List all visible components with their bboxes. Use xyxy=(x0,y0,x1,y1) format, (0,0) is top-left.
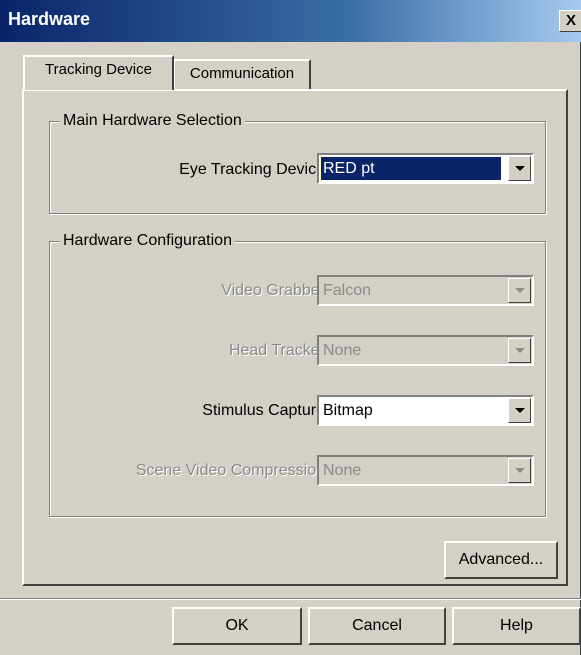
cancel-button-label: Cancel xyxy=(352,617,402,634)
close-icon: X xyxy=(565,12,576,29)
chevron-down-icon[interactable] xyxy=(508,338,531,363)
head-tracker-label: Head Tracker xyxy=(228,342,325,359)
advanced-button-label: Advanced... xyxy=(458,551,544,568)
cancel-button[interactable]: Cancel xyxy=(308,607,446,645)
chevron-down-icon[interactable] xyxy=(508,278,531,303)
chevron-down-icon[interactable] xyxy=(508,156,531,181)
video-grabber-label: Video Grabber xyxy=(221,282,325,299)
chevron-down-icon[interactable] xyxy=(508,398,531,423)
stimulus-capture-select[interactable]: Bitmap xyxy=(317,395,534,426)
help-button[interactable]: Help xyxy=(452,607,581,645)
help-button-label: Help xyxy=(500,617,533,634)
tab-panel-tracking-device: Main Hardware Selection Eye Tracking Dev… xyxy=(22,89,568,586)
scene-video-compression-value: None xyxy=(323,462,362,479)
tab-communication[interactable]: Communication xyxy=(173,59,311,89)
head-tracker-select[interactable]: None xyxy=(317,335,534,366)
close-button[interactable]: X xyxy=(559,10,581,32)
group-title: Main Hardware Selection xyxy=(60,111,245,131)
window-title: Hardware xyxy=(8,9,91,29)
ok-button[interactable]: OK xyxy=(172,607,302,645)
stimulus-capture-label: Stimulus Capture xyxy=(202,402,325,419)
eye-tracking-device-select[interactable]: RED pt xyxy=(317,153,534,184)
stimulus-capture-value: Bitmap xyxy=(323,402,373,419)
tab-tracking-device[interactable]: Tracking Device xyxy=(23,55,174,90)
ok-button-label: OK xyxy=(225,617,249,634)
scene-video-compression-label: Scene Video Compression xyxy=(135,462,325,479)
main-hardware-selection-group: Main Hardware Selection Eye Tracking Dev… xyxy=(49,111,546,214)
scene-video-compression-select[interactable]: None xyxy=(317,455,534,486)
title-bar[interactable]: Hardware X xyxy=(0,0,581,42)
head-tracker-value: None xyxy=(323,342,362,359)
video-grabber-value: Falcon xyxy=(323,282,372,299)
tab-label: Communication xyxy=(189,65,295,82)
advanced-button[interactable]: Advanced... xyxy=(444,541,558,579)
eye-tracking-device-label: Eye Tracking Device xyxy=(179,161,325,178)
eye-tracking-device-value: RED pt xyxy=(320,156,502,181)
hardware-dialog: Hardware X Tracking Device Communication… xyxy=(0,0,581,655)
video-grabber-select[interactable]: Falcon xyxy=(317,275,534,306)
tab-label: Tracking Device xyxy=(45,61,152,78)
hardware-configuration-group: Hardware Configuration Video Grabber Fal… xyxy=(49,231,546,517)
divider xyxy=(0,598,581,600)
group-title: Hardware Configuration xyxy=(60,231,235,251)
chevron-down-icon[interactable] xyxy=(508,458,531,483)
